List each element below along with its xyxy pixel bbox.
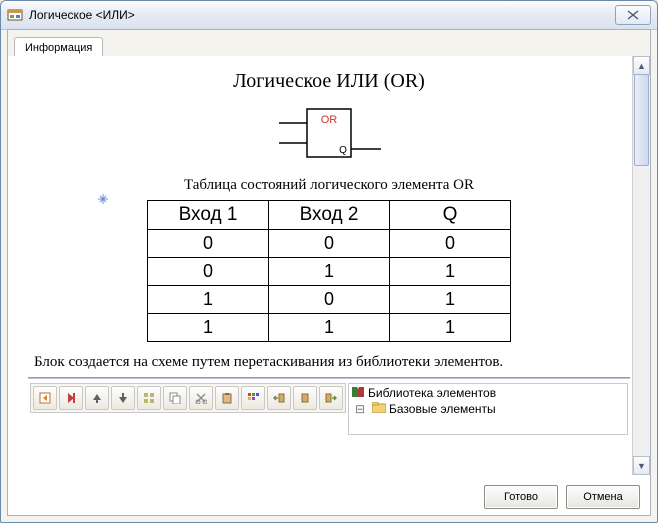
vertical-scrollbar[interactable]: ▲ ▼ — [632, 56, 650, 475]
tool-arrow-down[interactable] — [111, 386, 135, 410]
col-output: Q — [390, 201, 511, 230]
window-title: Логическое <ИЛИ> — [29, 8, 615, 22]
bottom-bar: Библиотека элементов ⊟ Базовые элементы — [28, 383, 630, 435]
folder-icon — [372, 402, 386, 416]
tool-cut[interactable] — [189, 386, 213, 410]
separator — [28, 377, 630, 379]
tree-child[interactable]: ⊟ Базовые элементы — [351, 401, 625, 417]
scroll-thumb[interactable] — [634, 74, 649, 166]
gate-diagram: OR Q — [28, 103, 630, 167]
library-tree[interactable]: Библиотека элементов ⊟ Базовые элементы — [348, 383, 628, 435]
gate-output-label: Q — [339, 145, 347, 156]
tool-arrow-up[interactable] — [85, 386, 109, 410]
app-icon — [7, 7, 23, 23]
tool-copy[interactable] — [163, 386, 187, 410]
scroll-down-button[interactable]: ▼ — [633, 456, 650, 475]
table-row: 1 0 1 — [148, 286, 511, 314]
table-caption: Таблица состояний логического элемента O… — [28, 177, 630, 194]
tool-nav-forward[interactable] — [59, 386, 83, 410]
truth-table: Вход 1 Вход 2 Q 0 0 0 0 1 — [147, 200, 511, 342]
tree-root-label: Библиотека элементов — [368, 386, 496, 400]
book-icon — [351, 386, 365, 401]
table-row: 0 0 0 — [148, 230, 511, 258]
tool-palette[interactable] — [241, 386, 265, 410]
col-input1: Вход 1 — [148, 201, 269, 230]
dialog-buttons: Готово Отмена — [484, 485, 640, 509]
tree-child-label: Базовые элементы — [389, 402, 496, 416]
col-input2: Вход 2 — [269, 201, 390, 230]
tool-block-left[interactable] — [267, 386, 291, 410]
gate-label: OR — [321, 114, 338, 126]
content-pane: Логическое ИЛИ (OR) OR Q Таблица состоян… — [8, 56, 650, 475]
client-area: Информация Логическое ИЛИ (OR) OR Q Табл… — [7, 29, 651, 516]
table-row: 1 1 1 — [148, 314, 511, 342]
tree-collapse-icon[interactable]: ⊟ — [351, 402, 369, 416]
dialog-window: Логическое <ИЛИ> Информация Логическое И… — [0, 0, 658, 523]
table-header-row: Вход 1 Вход 2 Q — [148, 201, 511, 230]
scroll-up-button[interactable]: ▲ — [633, 56, 650, 75]
tree-root[interactable]: Библиотека элементов — [351, 385, 625, 401]
cancel-button[interactable]: Отмена — [566, 485, 640, 509]
ok-button[interactable]: Готово — [484, 485, 558, 509]
tool-block-right[interactable] — [319, 386, 343, 410]
tool-nav-back[interactable] — [33, 386, 57, 410]
toolbar — [30, 383, 346, 413]
titlebar: Логическое <ИЛИ> — [1, 1, 657, 30]
page-title: Логическое ИЛИ (OR) — [28, 70, 630, 93]
tool-block[interactable] — [293, 386, 317, 410]
table-row: 0 1 1 — [148, 258, 511, 286]
anchor-icon — [98, 194, 108, 204]
close-button[interactable] — [615, 5, 651, 25]
tool-paste[interactable] — [215, 386, 239, 410]
tool-grid[interactable] — [137, 386, 161, 410]
description-text: Блок создается на схеме путем перетаскив… — [34, 354, 624, 371]
